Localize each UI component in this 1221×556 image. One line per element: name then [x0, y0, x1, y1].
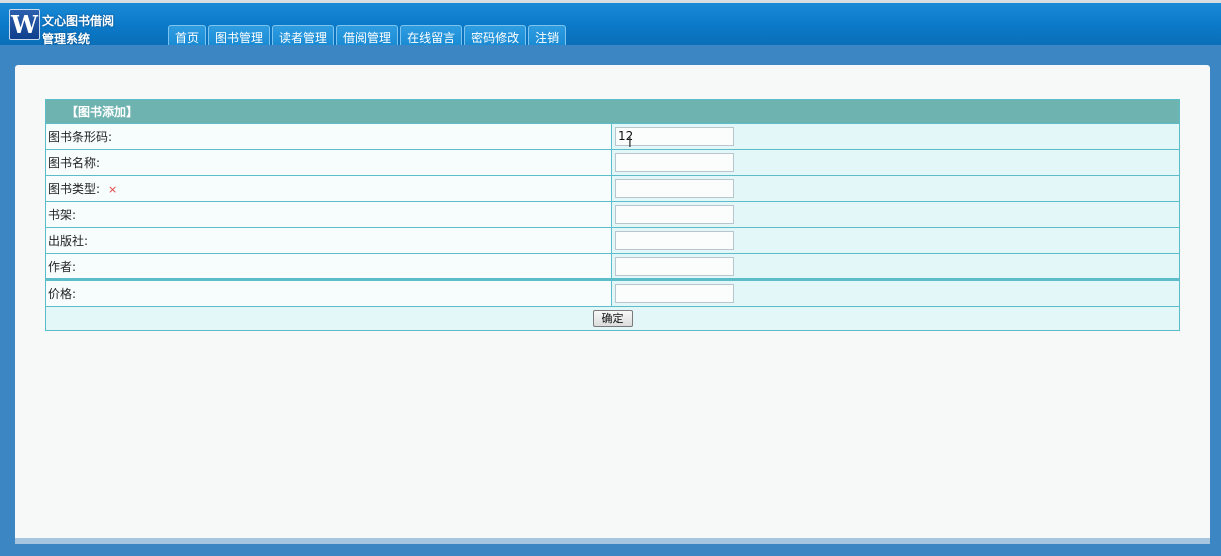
- author-input[interactable]: [615, 256, 734, 276]
- field-label-barcode: 图书条形码:: [45, 123, 612, 150]
- shelf-input[interactable]: [615, 205, 734, 224]
- app-title-line1: 文心图书借阅: [42, 14, 115, 28]
- required-mark: ×: [108, 183, 118, 196]
- header-bottom-band: [0, 45, 1221, 65]
- form-row-shelf: 书架:: [45, 201, 1180, 228]
- form-row-publisher: 出版社:: [45, 227, 1180, 254]
- book-name-input[interactable]: [615, 153, 734, 172]
- app-logo: W: [9, 9, 40, 40]
- form-row-name: 图书名称:: [45, 149, 1180, 176]
- price-input[interactable]: [615, 284, 734, 303]
- field-label-shelf: 书架:: [45, 201, 612, 228]
- publisher-input[interactable]: [615, 231, 734, 250]
- form-title: 【图书添加】: [45, 99, 1180, 124]
- submit-button[interactable]: 确定: [592, 310, 633, 327]
- app-title: 文心图书借阅 管理系统: [42, 12, 114, 48]
- panel-bottom-bar: [15, 538, 1210, 544]
- field-label-name: 图书名称:: [45, 149, 612, 176]
- book-type-input[interactable]: [615, 179, 734, 198]
- form-row-barcode: 图书条形码: 12: [45, 123, 1180, 150]
- field-label-price: 价格:: [45, 278, 612, 307]
- form-row-type: 图书类型: ×: [45, 175, 1180, 202]
- field-label-author: 作者:: [45, 253, 612, 280]
- app-header: W 文心图书借阅 管理系统 首页 图书管理 读者管理 借阅管理 在线留言 密码修…: [0, 0, 1221, 48]
- text-cursor-icon: I: [628, 136, 632, 151]
- book-add-form: 【图书添加】 图书条形码: 12 图书名称: 图书类型: × 书架: 出版社: 作…: [45, 99, 1180, 331]
- form-row-price: 价格:: [45, 278, 1180, 307]
- form-submit-row: 确定: [45, 306, 1180, 331]
- form-title-row: 【图书添加】: [45, 99, 1180, 124]
- form-row-author: 作者:: [45, 253, 1180, 280]
- field-label-type: 图书类型:: [48, 182, 101, 196]
- right-edge: [1210, 65, 1221, 541]
- field-label-type-cell: 图书类型: ×: [45, 175, 612, 202]
- field-label-publisher: 出版社:: [45, 227, 612, 254]
